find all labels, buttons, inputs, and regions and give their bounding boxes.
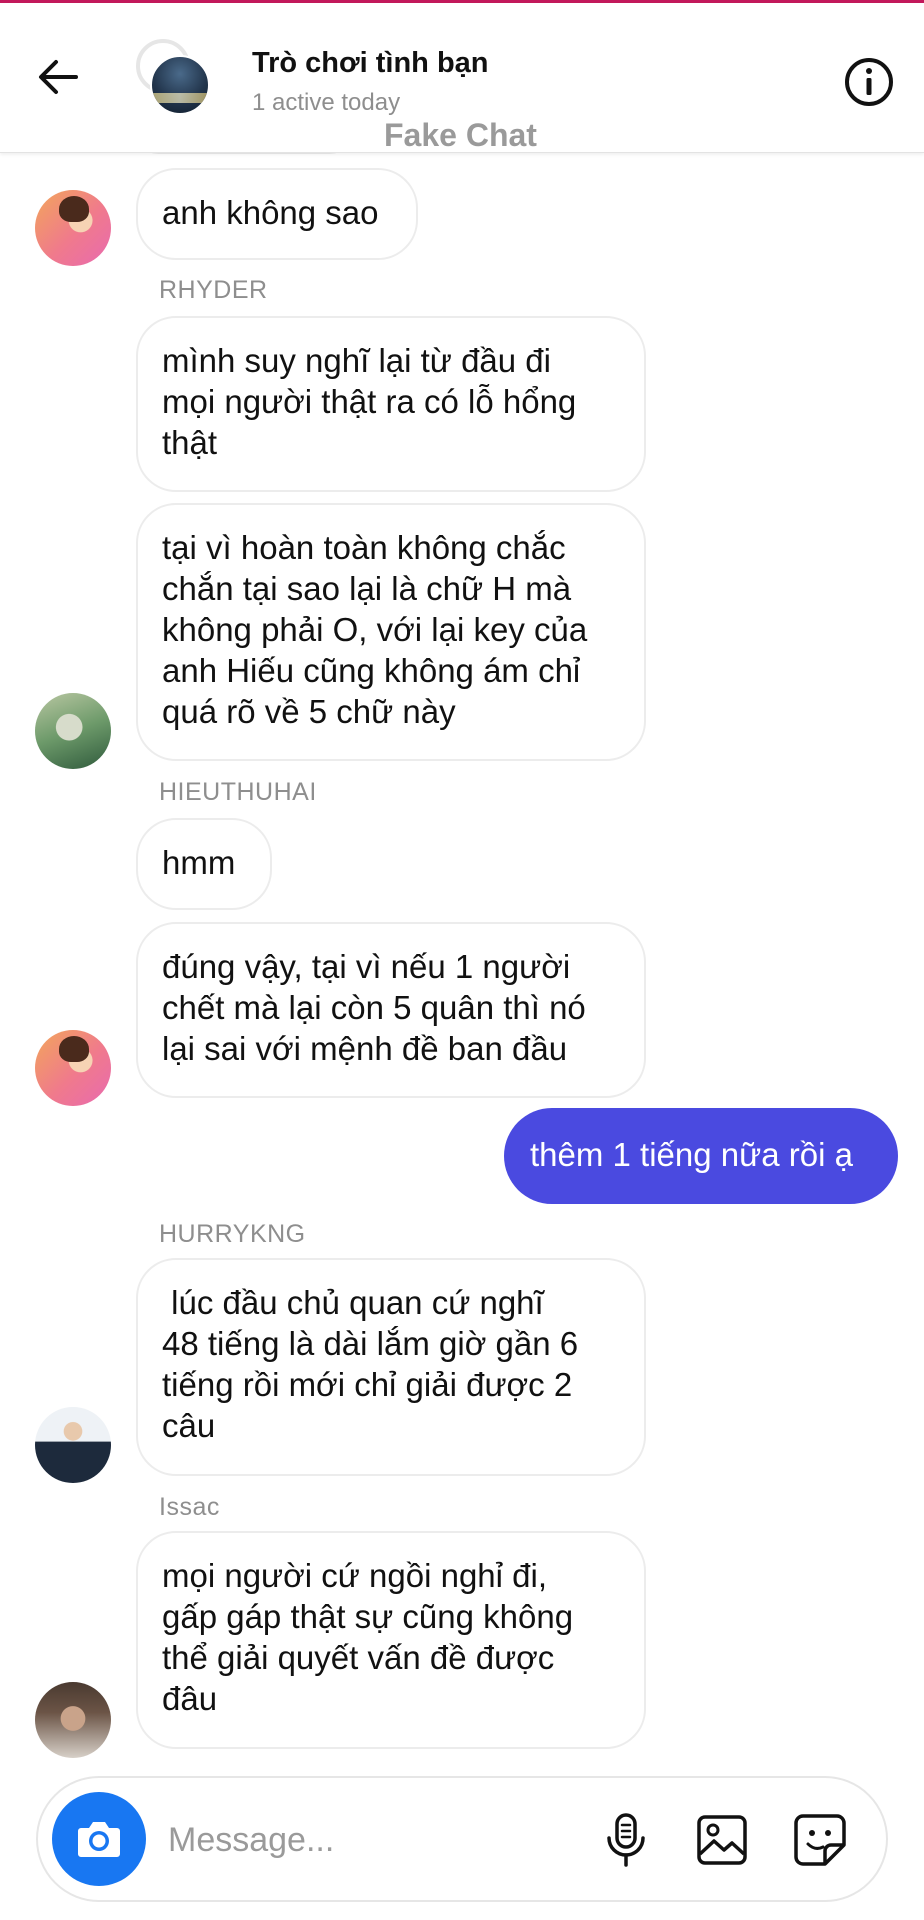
- message-bubble[interactable]: tại vì hoàn toàn không chắc chắn tại sao…: [136, 503, 646, 761]
- message-text: hmm: [162, 844, 236, 881]
- message-text-line: gấp gáp thật sự cũng không: [162, 1598, 574, 1635]
- message-text-line: 48 tiếng là dài lắm giờ gần 6: [162, 1325, 579, 1362]
- message-input[interactable]: [168, 1812, 498, 1868]
- info-button[interactable]: [842, 55, 896, 109]
- message-text-line: mọi người cứ ngồi nghỉ đi,: [162, 1557, 548, 1594]
- sender-name: HURRYKNG: [159, 1220, 306, 1248]
- camera-icon: [78, 1822, 120, 1857]
- message-text-line: đâu: [162, 1680, 218, 1717]
- message-list[interactable]: anh không sao RHYDER mình suy nghĩ lại t…: [0, 0, 924, 1920]
- camera-button[interactable]: [52, 1792, 146, 1886]
- message-text-line: đúng vậy, tại vì nếu 1 người: [162, 948, 571, 985]
- message-text-line: mình suy nghĩ lại từ đầu đi: [162, 342, 551, 379]
- message-text-line: tiếng rồi mới chỉ giải được 2: [162, 1366, 573, 1403]
- avatar-issac[interactable]: [35, 1682, 111, 1758]
- message-bubble[interactable]: lúc đầu chủ quan cứ nghĩ 48 tiếng là dài…: [136, 1258, 646, 1476]
- message-bubble[interactable]: mình suy nghĩ lại từ đầu đi mọi người th…: [136, 316, 646, 492]
- message-text-line: anh Hiếu cũng không ám chỉ: [162, 652, 581, 689]
- message-bubble[interactable]: anh không sao: [136, 168, 418, 260]
- avatar-rhyder[interactable]: [35, 1030, 111, 1106]
- message-bubble[interactable]: mọi người cứ ngồi nghỉ đi, gấp gáp thật …: [136, 1531, 646, 1749]
- message-text-line: thể giải quyết vấn đề được: [162, 1639, 555, 1676]
- active-status: 1 active today: [252, 89, 401, 116]
- chat-title[interactable]: Trò chơi tình bạn: [252, 47, 489, 80]
- group-avatar-photo: [150, 55, 210, 115]
- group-avatar[interactable]: [136, 39, 212, 115]
- message-text-line: quá rõ về 5 chữ này: [162, 693, 456, 730]
- watermark-label: Fake Chat: [384, 117, 537, 153]
- message-text-line: lại sai với mệnh đề ban đầu: [162, 1030, 568, 1067]
- sticker-button[interactable]: [788, 1808, 852, 1872]
- message-text-line: lúc đầu chủ quan cứ nghĩ: [162, 1284, 544, 1321]
- message-text-line: chắn tại sao lại là chữ H mà: [162, 570, 572, 607]
- message-composer: [36, 1776, 888, 1902]
- message-text-line: chết mà lại còn 5 quân thì nó: [162, 989, 586, 1026]
- message-text-line: thật: [162, 424, 218, 461]
- message-text-line: mọi người thật ra có lỗ hổng: [162, 383, 577, 420]
- back-button[interactable]: [34, 53, 82, 101]
- chat-header: Trò chơi tình bạn 1 active today Fake Ch…: [0, 3, 924, 153]
- outgoing-message-bubble[interactable]: thêm 1 tiếng nữa rồi ạ: [504, 1108, 898, 1204]
- sender-name: HIEUTHUHAI: [159, 778, 317, 806]
- message-bubble[interactable]: hmm: [136, 818, 272, 910]
- back-arrow-icon: [39, 60, 78, 94]
- message-bubble[interactable]: đúng vậy, tại vì nếu 1 người chết mà lại…: [136, 922, 646, 1098]
- sender-name: RHYDER: [159, 276, 268, 304]
- message-text-line: câu: [162, 1407, 216, 1444]
- microphone-button[interactable]: [594, 1808, 658, 1872]
- message-text: thêm 1 tiếng nữa rồi ạ: [530, 1136, 853, 1173]
- info-icon: [845, 58, 893, 106]
- sender-name: Issac: [159, 1493, 220, 1521]
- gallery-button[interactable]: [690, 1808, 754, 1872]
- image-icon: [697, 1815, 747, 1865]
- avatar-hurrykng[interactable]: [35, 1407, 111, 1483]
- sticker-icon: [794, 1814, 846, 1866]
- avatar-rhyder[interactable]: [35, 190, 111, 266]
- message-text: anh không sao: [162, 194, 379, 231]
- microphone-icon: [607, 1813, 645, 1867]
- message-text-line: không phải O, với lại key của: [162, 611, 588, 648]
- avatar-hieuthuhai[interactable]: [35, 693, 111, 769]
- message-text-line: tại vì hoàn toàn không chắc: [162, 529, 566, 566]
